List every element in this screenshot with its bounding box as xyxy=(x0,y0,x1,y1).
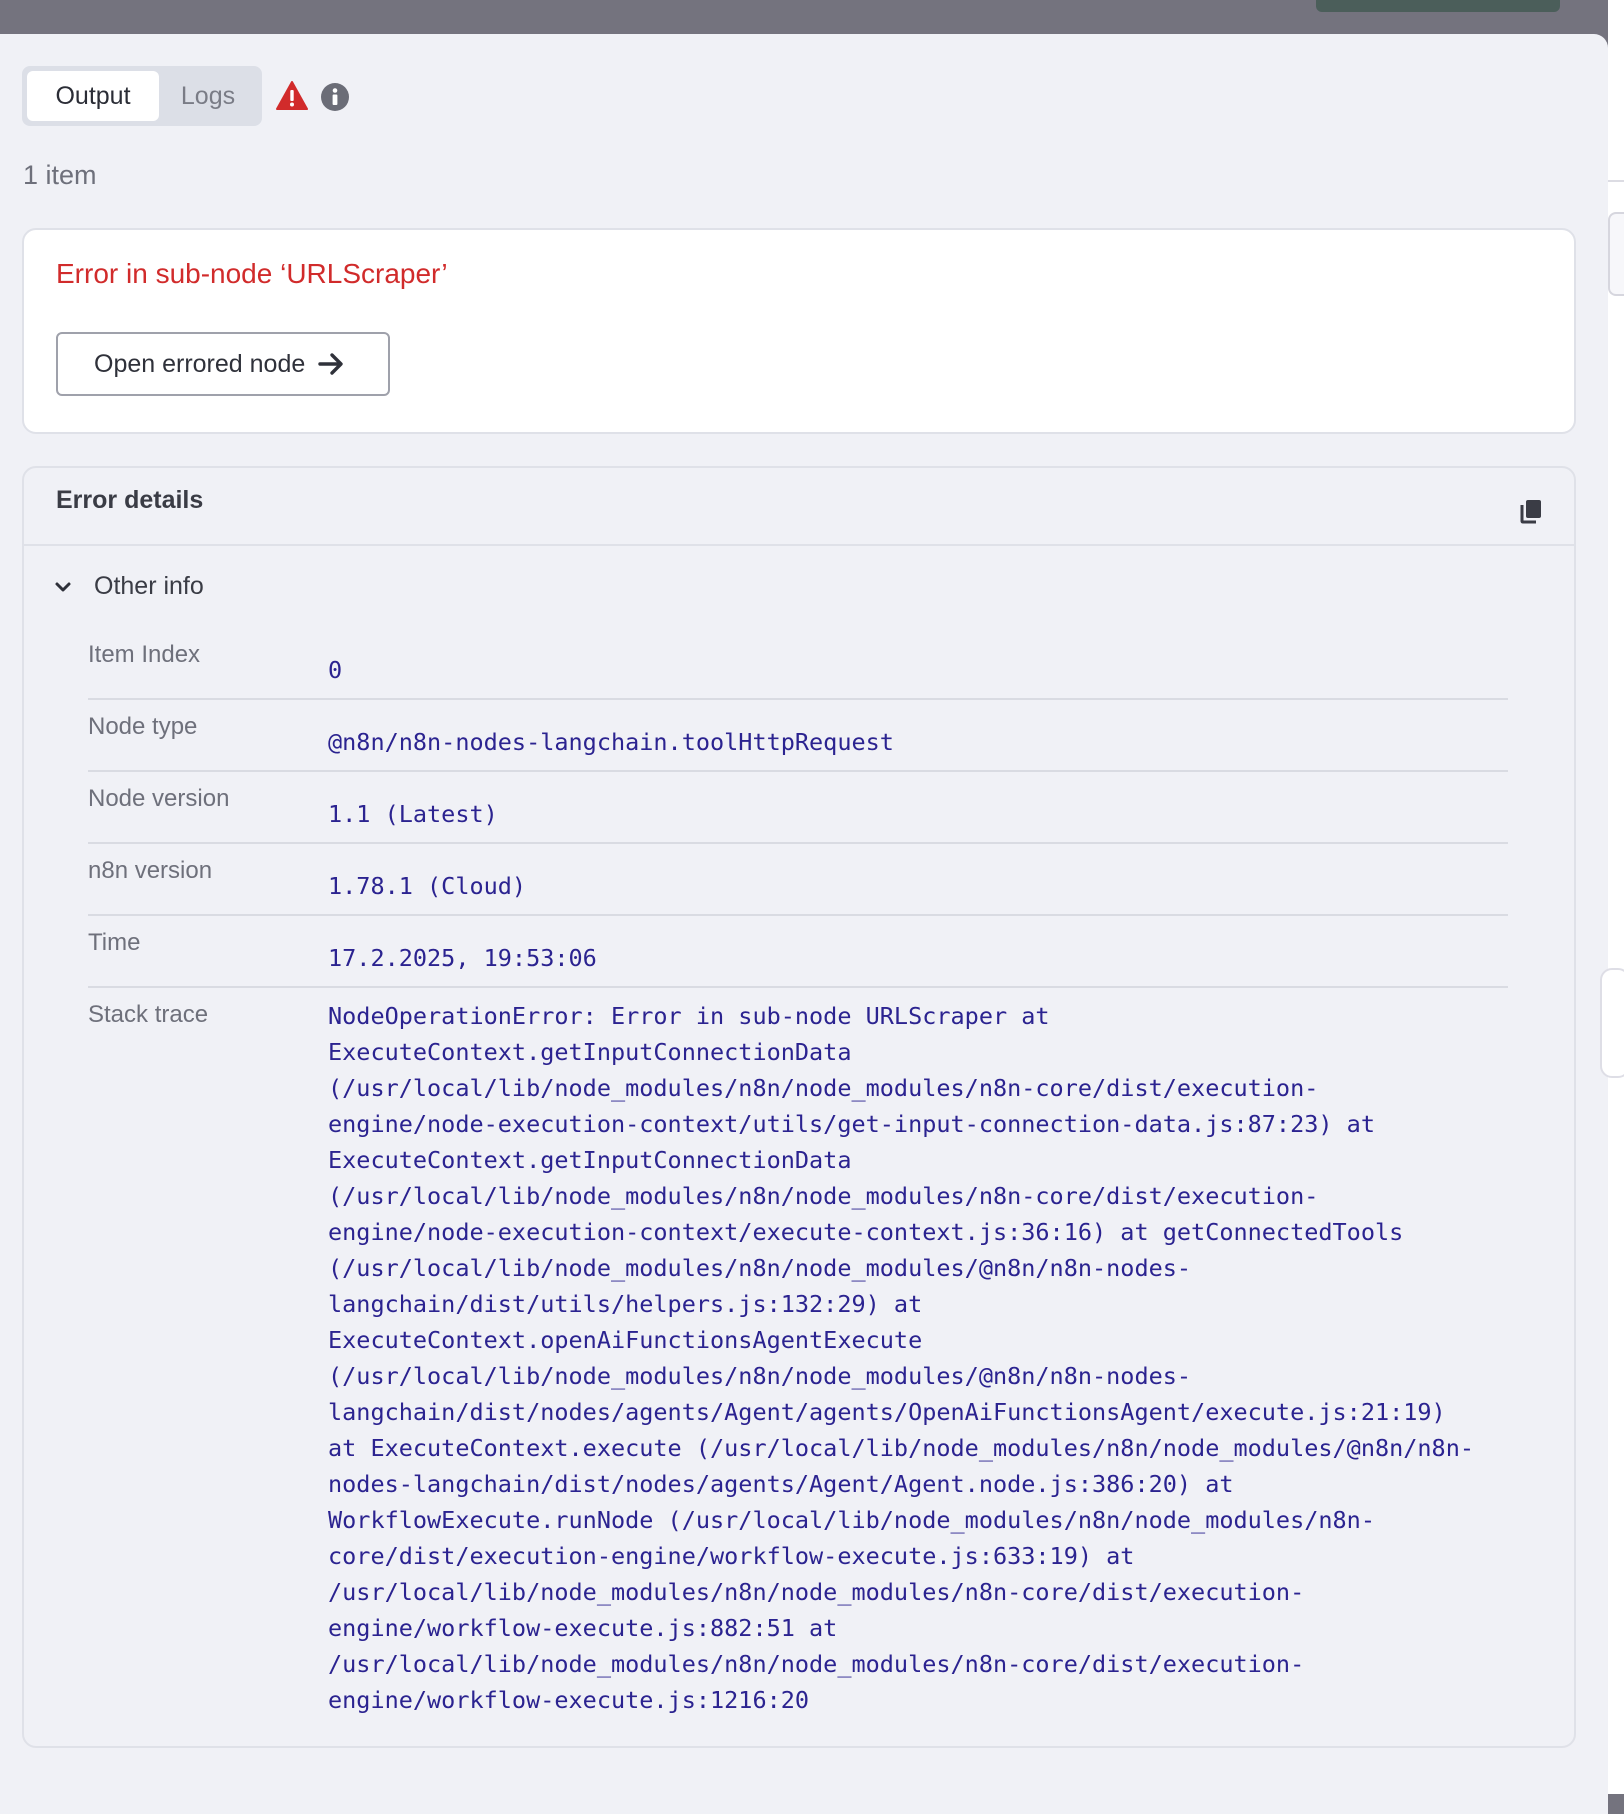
open-errored-node-button[interactable]: Open errored node xyxy=(56,332,390,396)
background-divider xyxy=(1608,180,1624,182)
info-table: Item Index 0 Node type @n8n/n8n-nodes-la… xyxy=(88,628,1508,1732)
info-row-item-index: Item Index 0 xyxy=(88,628,1508,700)
info-value: 1.78.1 (Cloud) xyxy=(328,872,527,900)
info-label: Node version xyxy=(88,785,230,812)
info-value: 17.2.2025, 19:53:06 xyxy=(328,944,597,972)
error-details-title: Error details xyxy=(56,486,204,514)
info-circle-icon[interactable] xyxy=(320,82,350,112)
chevron-down-icon xyxy=(55,582,71,591)
error-card: Error in sub-node ‘URLScraper’ Open erro… xyxy=(22,228,1576,434)
copy-icon[interactable] xyxy=(1518,498,1544,524)
info-label: Node type xyxy=(88,713,198,740)
arrow-right-icon xyxy=(318,353,343,375)
item-count: 1 item xyxy=(23,160,97,190)
background-panel xyxy=(1608,0,1624,1794)
output-panel: Output Logs 1 item Error in sub-node ‘UR… xyxy=(0,34,1608,1814)
info-value: 0 xyxy=(328,656,343,684)
info-row-node-type: Node type @n8n/n8n-nodes-langchain.toolH… xyxy=(88,700,1508,772)
info-label: n8n version xyxy=(88,857,213,884)
info-row-time: Time 17.2.2025, 19:53:06 xyxy=(88,916,1508,988)
error-details-card: Error details Other info Item Index 0 No… xyxy=(22,466,1576,1748)
tab-logs[interactable]: Logs xyxy=(159,71,257,121)
other-info-toggle[interactable]: Other info xyxy=(54,572,204,601)
background-input xyxy=(1608,212,1624,296)
info-value: @n8n/n8n-nodes-langchain.toolHttpRequest xyxy=(328,728,894,756)
info-value: 1.1 (Latest) xyxy=(328,800,498,828)
side-handle[interactable] xyxy=(1600,968,1624,1078)
tab-switcher: Output Logs xyxy=(22,66,262,126)
topbar-button[interactable] xyxy=(1316,0,1560,12)
error-title: Error in sub-node ‘URLScraper’ xyxy=(56,258,448,289)
info-row-node-version: Node version 1.1 (Latest) xyxy=(88,772,1508,844)
warning-triangle-icon[interactable] xyxy=(276,80,308,112)
info-row-n8n-version: n8n version 1.78.1 (Cloud) xyxy=(88,844,1508,916)
other-info-label: Other info xyxy=(94,572,204,600)
error-details-header: Error details xyxy=(24,468,1574,546)
open-errored-node-label: Open errored node xyxy=(94,349,306,378)
info-label: Stack trace xyxy=(88,1001,209,1028)
info-label: Item Index xyxy=(88,641,201,668)
info-row-stack-trace: Stack trace NodeOperationError: Error in… xyxy=(88,988,1508,1732)
tab-output[interactable]: Output xyxy=(27,71,159,121)
info-label: Time xyxy=(88,929,141,956)
stack-trace-value: NodeOperationError: Error in sub-node UR… xyxy=(328,1002,1475,1714)
